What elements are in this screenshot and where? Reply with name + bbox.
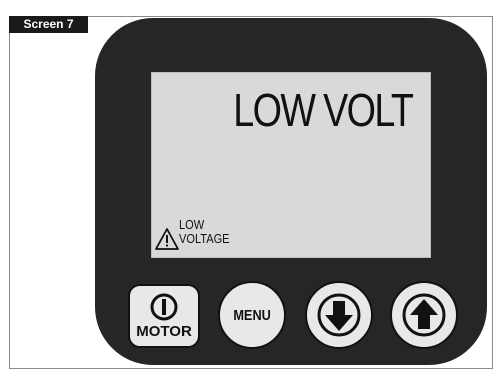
warning-line-1: LOW	[179, 217, 205, 232]
warning-text: LOW VOLTAGE	[179, 218, 230, 246]
menu-button-label: MENU	[233, 306, 271, 324]
screen-label: Screen 7	[9, 16, 88, 33]
down-button[interactable]	[305, 281, 373, 349]
motor-button-label: MOTOR	[136, 323, 192, 340]
warning-line-2: VOLTAGE	[179, 231, 230, 246]
down-arrow-icon	[317, 293, 361, 337]
menu-button[interactable]: MENU	[218, 281, 286, 349]
power-icon	[150, 293, 178, 321]
up-arrow-icon	[402, 293, 446, 337]
up-button[interactable]	[390, 281, 458, 349]
display-main-text: LOW VOLT	[232, 84, 414, 136]
warning-triangle-icon	[155, 228, 179, 250]
lcd-display: LOW VOLT LOW VOLTAGE	[151, 72, 431, 258]
motor-button[interactable]: MOTOR	[128, 284, 200, 348]
